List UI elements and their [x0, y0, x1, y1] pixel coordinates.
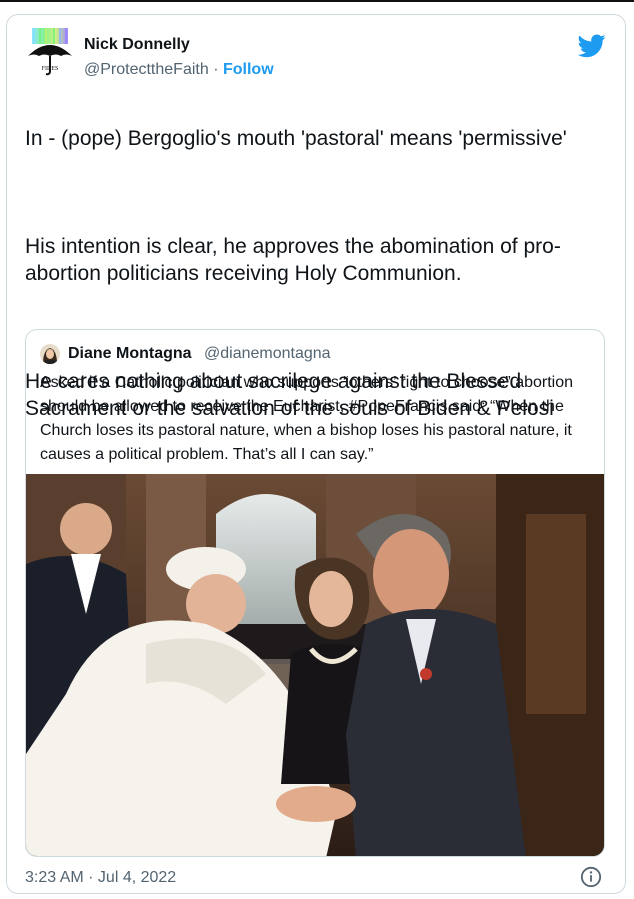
- author-handle-line: @ProtecttheFaith · Follow: [84, 61, 274, 79]
- quoted-author-handle[interactable]: @dianemontagna: [204, 345, 331, 363]
- author-avatar[interactable]: FIDES: [24, 26, 76, 78]
- umbrella-logo-icon: FIDES: [28, 28, 72, 76]
- quoted-tweet[interactable]: Diane Montagna @dianemontagna Asked if a…: [25, 329, 605, 857]
- info-icon[interactable]: [580, 866, 602, 888]
- tweet-timestamp[interactable]: 3:23 AM · Jul 4, 2022: [25, 869, 176, 887]
- person-avatar-icon: [40, 344, 60, 364]
- quoted-tweet-text: Asked if a Catholic politician who suppo…: [40, 374, 574, 463]
- author-name[interactable]: Nick Donnelly: [84, 36, 190, 54]
- tweet-paragraph: His intention is clear, he approves the …: [25, 235, 561, 285]
- author-handle[interactable]: @ProtecttheFaith: [84, 61, 209, 78]
- quoted-tweet-photo[interactable]: [26, 474, 605, 857]
- twitter-bird-icon[interactable]: [578, 34, 606, 58]
- quoted-author-avatar[interactable]: [40, 344, 60, 364]
- tweet-paragraph: In - (pope) Bergoglio's mouth 'pastoral'…: [25, 127, 567, 150]
- svg-text:FIDES: FIDES: [42, 66, 59, 72]
- top-border: [0, 0, 634, 2]
- follow-button[interactable]: Follow: [223, 61, 274, 78]
- separator-dot: ·: [213, 61, 219, 78]
- quoted-author-name[interactable]: Diane Montagna: [68, 345, 192, 363]
